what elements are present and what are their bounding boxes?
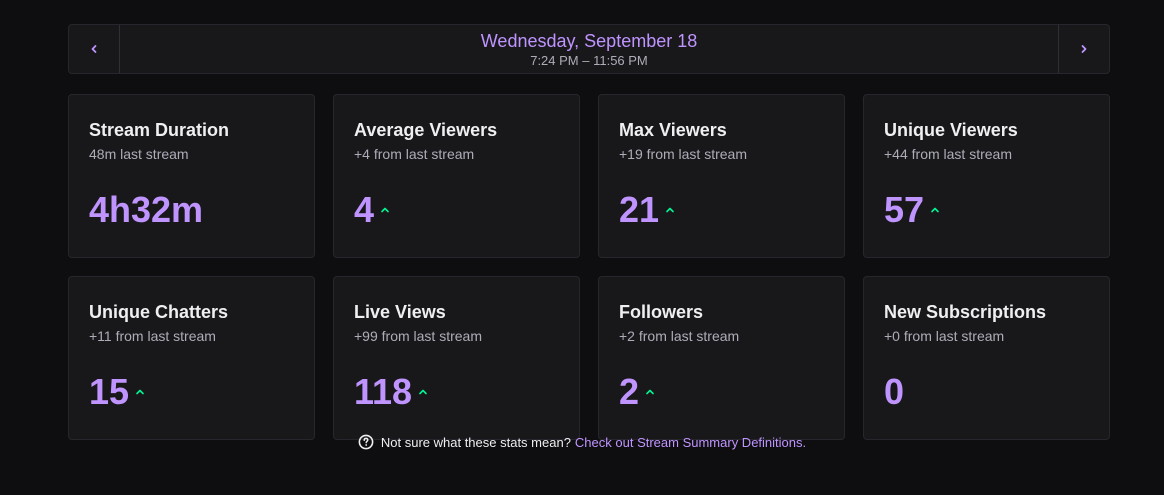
stat-title: Stream Duration [89, 120, 230, 140]
previous-stream-button[interactable] [69, 25, 120, 73]
stat-value-row: 4 [354, 189, 390, 231]
help-text: Not sure what these stats mean? [380, 434, 571, 450]
trend-up-icon [135, 387, 145, 397]
stat-title: New Subscriptions [884, 302, 1047, 322]
stat-comparison: +0 from last stream [884, 328, 1005, 344]
stat-value: 21 [619, 189, 660, 230]
help-circle-icon [358, 434, 374, 450]
stat-value: 2 [619, 371, 640, 412]
trend-up-icon [418, 387, 428, 397]
stat-value: 15 [89, 371, 130, 412]
stat-value: 4 [354, 189, 375, 230]
stream-summary: Wednesday, September 18 7:24 PM – 11:56 … [68, 24, 1110, 440]
stat-comparison: +4 from last stream [354, 146, 475, 162]
trend-up-icon [380, 205, 390, 215]
stat-title: Live Views [354, 302, 446, 322]
stat-comparison: 48m last stream [89, 146, 189, 162]
date-display: Wednesday, September 18 7:24 PM – 11:56 … [120, 25, 1058, 73]
stat-value-row: 4h32m [89, 189, 203, 231]
stat-title: Unique Viewers [884, 120, 1018, 140]
stats-grid: Stream Duration 48m last stream 4h32m Av… [68, 94, 1110, 440]
stream-time-range: 7:24 PM – 11:56 PM [530, 52, 648, 68]
stat-title: Max Viewers [619, 120, 727, 140]
stat-value: 4h32m [89, 189, 204, 230]
stat-value: 0 [884, 371, 905, 412]
stat-title: Average Viewers [354, 120, 498, 140]
stat-value: 118 [354, 371, 413, 412]
stat-card-live-views: Live Views +99 from last stream 118 [333, 276, 580, 440]
stat-comparison: +44 from last stream [884, 146, 1012, 162]
stat-card-unique-viewers: Unique Viewers +44 from last stream 57 [863, 94, 1110, 258]
stat-comparison: +11 from last stream [89, 328, 216, 344]
stat-value: 57 [884, 189, 925, 230]
stat-card-unique-chatters: Unique Chatters +11 from last stream 15 [68, 276, 315, 440]
stat-value-row: 15 [89, 371, 145, 413]
stat-comparison: +99 from last stream [354, 328, 482, 344]
stat-comparison: +2 from last stream [619, 328, 740, 344]
chevron-right-icon [1081, 45, 1087, 53]
stat-value-row: 57 [884, 189, 940, 231]
stream-date: Wednesday, September 18 [480, 30, 698, 51]
chevron-left-icon [91, 45, 97, 53]
stat-value-row: 21 [619, 189, 675, 231]
stat-card-max-viewers: Max Viewers +19 from last stream 21 [598, 94, 845, 258]
next-stream-button[interactable] [1058, 25, 1109, 73]
stat-value-row: 2 [619, 371, 655, 413]
stat-title: Unique Chatters [89, 302, 229, 322]
stat-value-row: 0 [884, 371, 904, 413]
stat-value-row: 118 [354, 371, 428, 413]
stats-help-footer: Not sure what these stats mean? Check ou… [0, 434, 1164, 450]
date-navigator: Wednesday, September 18 7:24 PM – 11:56 … [68, 24, 1110, 74]
stream-summary-definitions-link[interactable]: Check out Stream Summary Definitions. [575, 435, 806, 450]
trend-up-icon [930, 205, 940, 215]
stat-card-followers: Followers +2 from last stream 2 [598, 276, 845, 440]
trend-up-icon [665, 205, 675, 215]
stat-card-stream-duration: Stream Duration 48m last stream 4h32m [68, 94, 315, 258]
stat-title: Followers [619, 302, 704, 322]
stat-card-new-subscriptions: New Subscriptions +0 from last stream 0 [863, 276, 1110, 440]
trend-up-icon [645, 387, 655, 397]
stat-card-average-viewers: Average Viewers +4 from last stream 4 [333, 94, 580, 258]
stat-comparison: +19 from last stream [619, 146, 747, 162]
